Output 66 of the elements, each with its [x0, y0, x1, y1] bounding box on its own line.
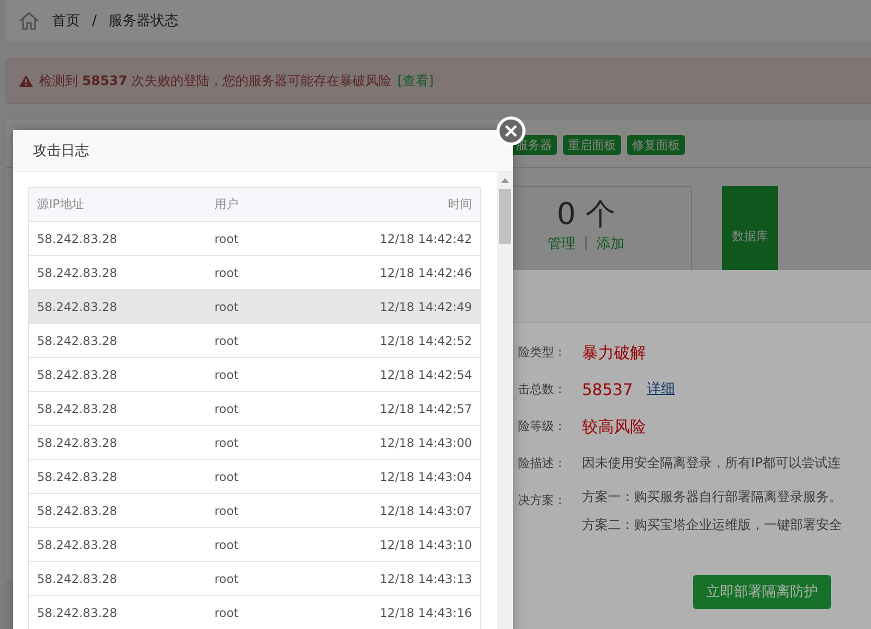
field-value: 暴力破解: [582, 342, 646, 364]
table-cell: 58.242.83.28: [28, 528, 206, 562]
table-cell: 58.242.83.28: [28, 358, 206, 392]
manage-link[interactable]: 管理: [548, 235, 576, 253]
table-cell: 12/18 14:43:13: [280, 562, 480, 596]
field-label: 险类型：: [518, 345, 566, 359]
link-separator: |: [584, 235, 588, 253]
table-cell: root: [206, 392, 280, 426]
table-cell: 12/18 14:42:52: [280, 324, 480, 358]
solution-text: 方案二：购买宝塔企业运维版，一键部署安全: [582, 517, 842, 535]
table-cell: 58.242.83.28: [28, 596, 206, 629]
field-label: 击总数：: [518, 382, 566, 396]
field-value: 较高风险: [582, 416, 646, 438]
home-icon[interactable]: [18, 11, 40, 31]
table-cell: root: [206, 528, 280, 562]
table-cell: root: [206, 426, 280, 460]
breadcrumb-item[interactable]: 首页: [52, 12, 80, 30]
breadcrumb-item[interactable]: 服务器状态: [108, 12, 179, 30]
action-button[interactable]: 重启面板: [563, 135, 621, 155]
action-button[interactable]: 修复面板: [627, 135, 685, 155]
table-cell: root: [206, 358, 280, 392]
table-cell: 12/18 14:42:54: [280, 358, 480, 392]
table-cell: 58.242.83.28: [28, 392, 206, 426]
table-cell: 58.242.83.28: [28, 426, 206, 460]
table-cell: root: [206, 324, 280, 358]
table-cell: 12/18 14:43:07: [280, 494, 480, 528]
field-label: 险描述：: [518, 456, 566, 470]
table-cell: 58.242.83.28: [28, 290, 206, 324]
table-cell: 58.242.83.28: [28, 494, 206, 528]
field-value: 因未使用安全隔离登录，所有IP都可以尝试连: [582, 455, 841, 473]
alert-message: 检测到 58537 次失败的登陆，您的服务器可能存在暴破风险: [39, 73, 392, 90]
table-cell: root: [206, 290, 280, 324]
table-cell: 58.242.83.28: [28, 562, 206, 596]
table-cell: 58.242.83.28: [28, 222, 206, 256]
add-link[interactable]: 添加: [596, 235, 624, 253]
dialog-title: 攻击日志: [33, 142, 89, 160]
column-header: 源IP地址: [28, 188, 206, 222]
table-cell: 12/18 14:42:42: [280, 222, 480, 256]
detail-link[interactable]: 详细: [646, 378, 675, 401]
table-cell: 12/18 14:43:10: [280, 528, 480, 562]
table-cell: 12/18 14:43:04: [280, 460, 480, 494]
warning-icon: [19, 75, 33, 87]
stat-value: 0 个: [556, 197, 616, 233]
table-cell: 58.242.83.28: [28, 460, 206, 494]
column-header: 用户: [206, 188, 280, 222]
table-cell: 58.242.83.28: [28, 324, 206, 358]
table-cell: root: [206, 494, 280, 528]
scroll-thumb[interactable]: [499, 189, 511, 244]
table-cell: root: [206, 562, 280, 596]
table-cell: root: [206, 460, 280, 494]
table-cell: 12/18 14:42:57: [280, 392, 480, 426]
column-header: 时间: [280, 188, 480, 222]
scroll-up-icon[interactable]: [501, 178, 509, 183]
solution-text: 方案一：购买服务器自行部署隔离登录服务。: [582, 489, 842, 507]
scrollbar[interactable]: [497, 172, 513, 629]
table-cell: root: [206, 596, 280, 629]
table-cell: 12/18 14:43:00: [280, 426, 480, 460]
view-link[interactable]: [查看]: [398, 72, 434, 90]
table-cell: 12/18 14:43:16: [280, 596, 480, 629]
field-label: 险等级：: [518, 419, 566, 433]
table-cell: 12/18 14:42:49: [280, 290, 480, 324]
deploy-button[interactable]: 立即部署隔离防护: [693, 575, 831, 609]
table-cell: root: [206, 222, 280, 256]
field-value: 58537: [582, 379, 633, 401]
field-label: 决方案：: [518, 493, 566, 507]
breadcrumb-separator: /: [92, 13, 97, 29]
